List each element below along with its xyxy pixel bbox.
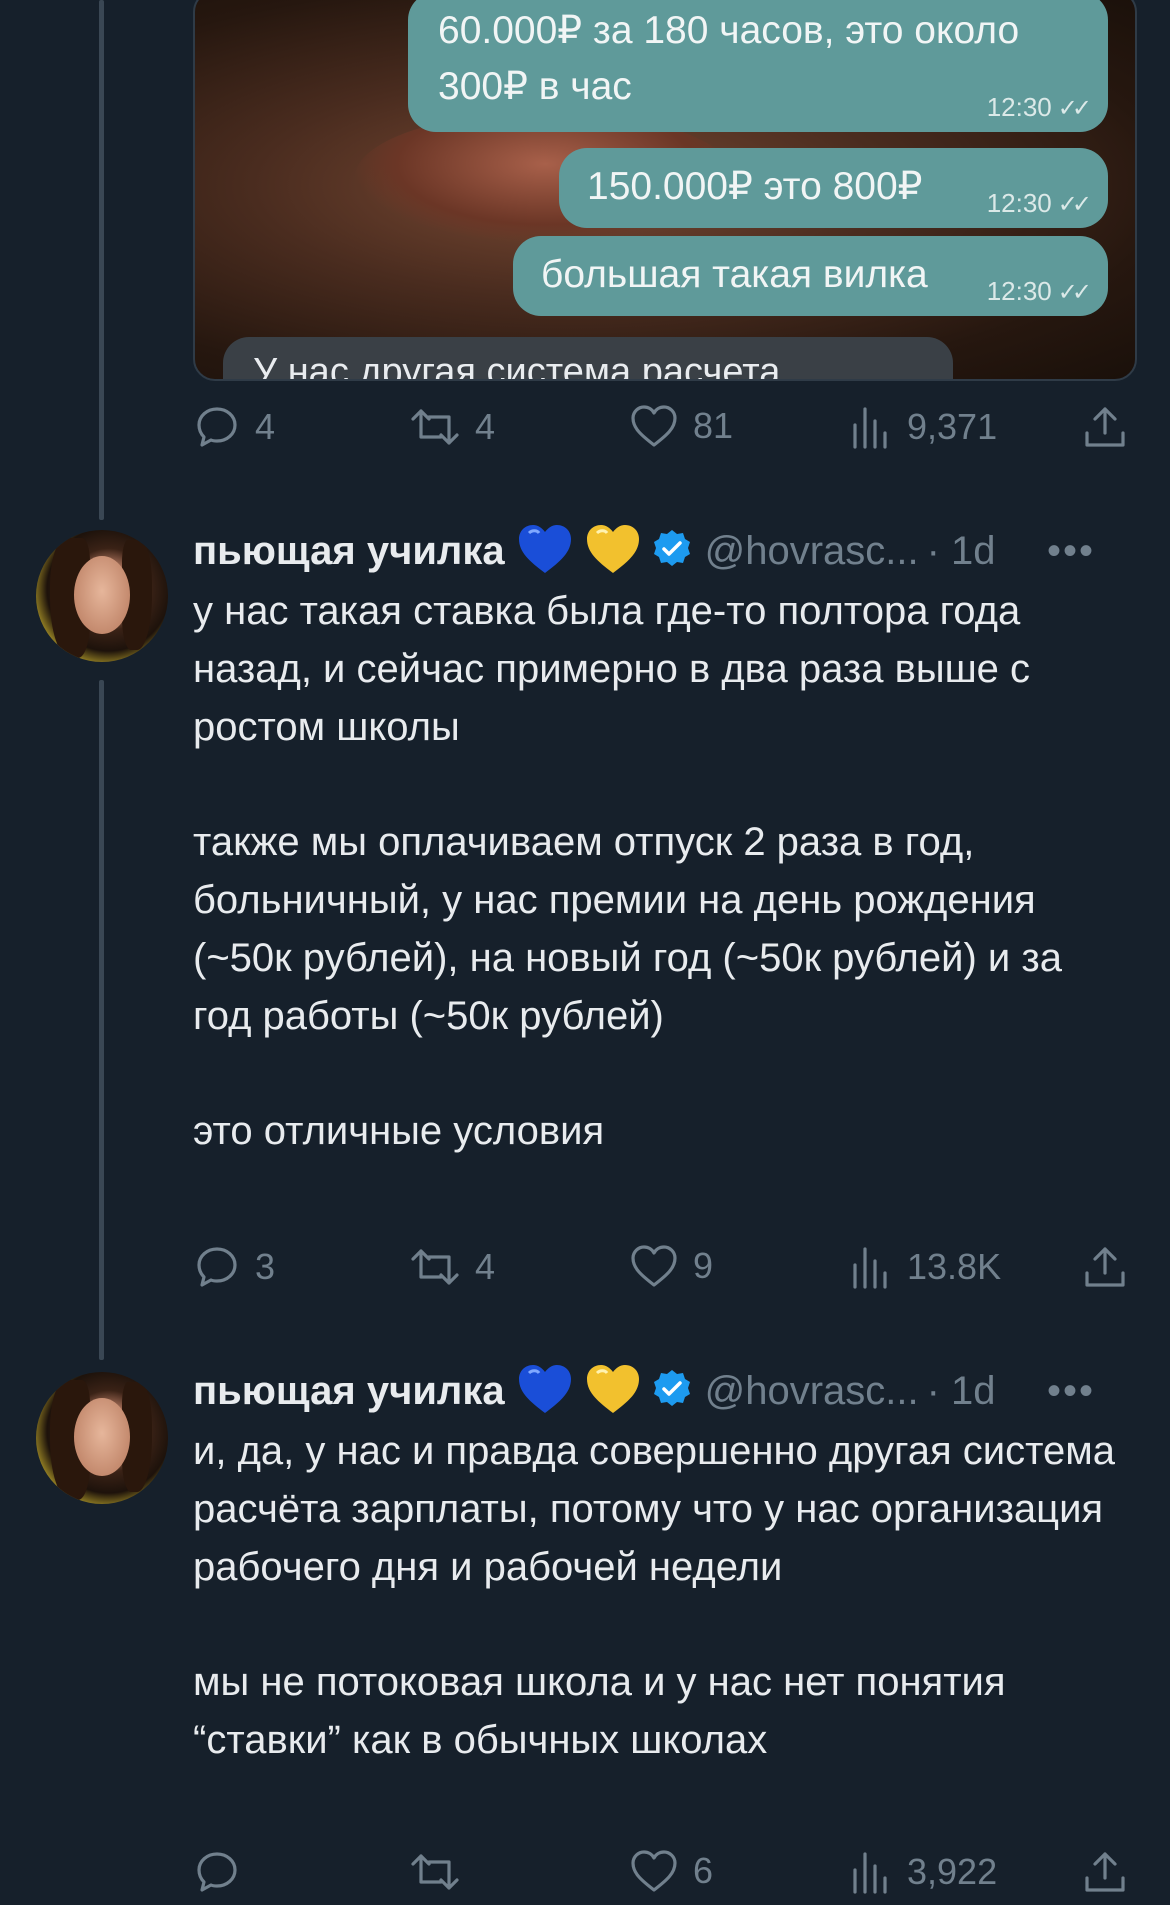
retweet-count: 4: [475, 1246, 496, 1287]
tweet2-action-bar: 6 3,922: [193, 1848, 1135, 1898]
double-check-icon: ✓✓: [1057, 191, 1092, 218]
retweet-button[interactable]: 4: [409, 1243, 495, 1291]
thread-line-top: [99, 0, 104, 520]
share-icon: [1085, 1852, 1125, 1892]
views-count: 3,922: [907, 1851, 998, 1892]
share-icon: [1085, 1247, 1125, 1287]
retweet-button[interactable]: 4: [409, 403, 495, 451]
tweet1-text: у нас такая ставка была где-то полтора г…: [193, 582, 1123, 1160]
blue-heart-emoji: [517, 1363, 573, 1420]
tweet2-para1: и, да, у нас и правда совершенно другая …: [193, 1429, 1115, 1589]
verified-icon: [651, 528, 693, 575]
retweet-button[interactable]: [409, 1848, 475, 1896]
like-count: 6: [693, 1850, 714, 1891]
more-icon[interactable]: •••: [1047, 1369, 1095, 1414]
share-icon: [1085, 407, 1125, 447]
verified-icon: [651, 1368, 693, 1415]
tweet2-text: и, да, у нас и правда совершенно другая …: [193, 1422, 1123, 1769]
retweet-count: 4: [475, 406, 496, 447]
like-icon: [631, 1245, 677, 1287]
display-name[interactable]: пьющая училка: [193, 529, 505, 574]
more-icon[interactable]: •••: [1047, 529, 1095, 574]
reply-count: 3: [255, 1246, 276, 1287]
share-button[interactable]: [1081, 403, 1129, 451]
share-button[interactable]: [1081, 1848, 1129, 1896]
tweet-time[interactable]: · 1d: [927, 1369, 996, 1414]
like-button[interactable]: 9: [629, 1243, 713, 1289]
chat-screenshot-media[interactable]: 60.000₽ за 180 часов, это около 300₽ в ч…: [193, 0, 1137, 381]
chat-bubble-1: 60.000₽ за 180 часов, это около 300₽ в ч…: [408, 0, 1108, 132]
chat-bubble-3-text: большая такая вилка: [541, 253, 928, 296]
tweet1-para2: также мы оплачиваем отпуск 2 раза в год,…: [193, 820, 1062, 1038]
tweet0-action-bar: 4 4 81 9,371: [193, 403, 1135, 453]
tweet1-para1: у нас такая ставка была где-то полтора г…: [193, 589, 1031, 749]
like-button[interactable]: 6: [629, 1848, 713, 1894]
chat-bubble-2-text: 150.000₽ это 800₽: [587, 165, 923, 208]
reply-count: 4: [255, 406, 276, 447]
avatar[interactable]: [36, 530, 168, 662]
like-count: 81: [693, 405, 734, 446]
reply-button[interactable]: 4: [193, 403, 275, 451]
user-handle[interactable]: @hovrasc...: [705, 1369, 919, 1414]
double-check-icon: ✓✓: [1057, 95, 1092, 122]
reply-button[interactable]: 3: [193, 1243, 275, 1291]
chat-bubble-partial: У нас другая система расчета: [223, 337, 953, 379]
reply-icon: [197, 1247, 237, 1287]
chat-bubble-1-time: 12:30 ✓✓: [986, 92, 1092, 122]
retweet-icon: [411, 1854, 459, 1890]
blue-heart-emoji: [517, 523, 573, 580]
chat-bubble-2: 150.000₽ это 800₽ 12:30 ✓✓: [559, 148, 1108, 228]
reply-button[interactable]: [193, 1848, 255, 1896]
views-button[interactable]: 13.8K: [849, 1243, 1001, 1291]
like-button[interactable]: 81: [629, 403, 733, 449]
tweet-time[interactable]: · 1d: [927, 529, 996, 574]
yellow-heart-emoji: [585, 1363, 641, 1420]
views-count: 13.8K: [907, 1246, 1002, 1287]
views-button[interactable]: 3,922: [849, 1848, 997, 1896]
views-icon: [853, 1852, 887, 1894]
user-handle[interactable]: @hovrasc...: [705, 529, 919, 574]
like-icon: [631, 1850, 677, 1892]
tweet1-para3: это отличные условия: [193, 1109, 605, 1153]
display-name[interactable]: пьющая училка: [193, 1369, 505, 1414]
tweet1-action-bar: 3 4 9 13.8K: [193, 1243, 1135, 1293]
chat-bubble-3-time: 12:30 ✓✓: [986, 276, 1092, 306]
reply-icon: [197, 1852, 237, 1892]
retweet-icon: [411, 409, 459, 445]
thread-line-middle: [99, 680, 104, 1360]
chat-bubble-1-line2: 300₽ в час: [438, 65, 632, 108]
yellow-heart-emoji: [585, 523, 641, 580]
views-count: 9,371: [907, 406, 998, 447]
chat-bubble-2-time: 12:30 ✓✓: [986, 188, 1092, 218]
tweet1-header: пьющая училка @hovrasc... · 1d •••: [193, 523, 1135, 579]
double-check-icon: ✓✓: [1057, 279, 1092, 306]
views-icon: [853, 407, 887, 449]
like-icon: [631, 405, 677, 447]
chat-bubble-3: большая такая вилка 12:30 ✓✓: [513, 236, 1108, 316]
avatar[interactable]: [36, 1372, 168, 1504]
tweet2-para2: мы не потоковая школа и у нас нет поняти…: [193, 1660, 1006, 1762]
tweet2-header: пьющая училка @hovrasc... · 1d •••: [193, 1363, 1135, 1419]
reply-icon: [197, 407, 237, 447]
chat-bubble-1-line1: 60.000₽ за 180 часов, это около: [438, 9, 1020, 52]
views-button[interactable]: 9,371: [849, 403, 997, 451]
retweet-icon: [411, 1249, 459, 1285]
like-count: 9: [693, 1245, 714, 1286]
views-icon: [853, 1247, 887, 1289]
share-button[interactable]: [1081, 1243, 1129, 1291]
